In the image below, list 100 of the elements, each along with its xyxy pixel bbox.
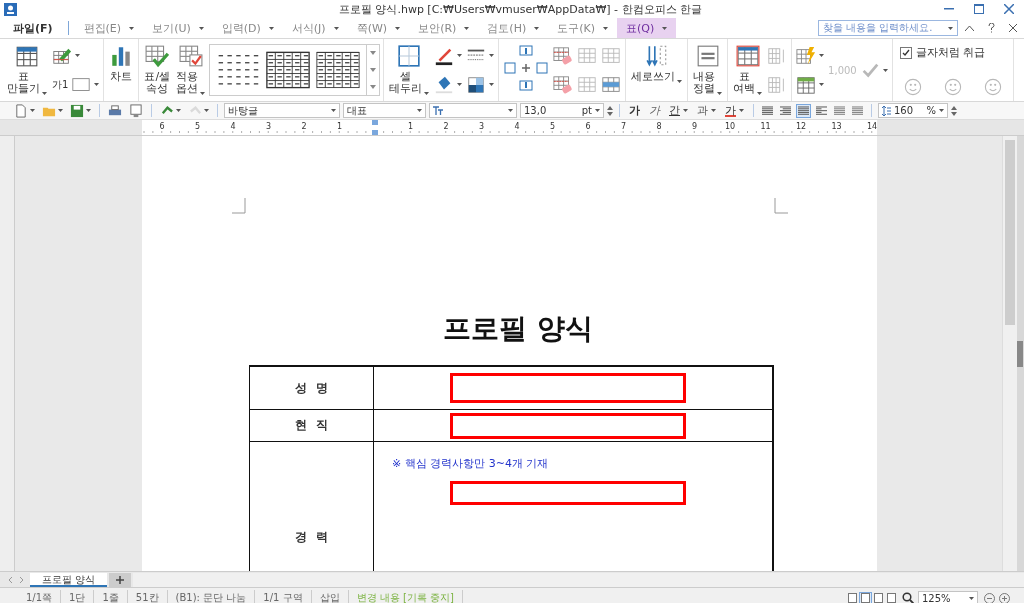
dropdown-caret-icon xyxy=(333,26,339,30)
gallery-scroll-icon[interactable] xyxy=(370,51,377,56)
corner-mark xyxy=(774,198,788,214)
toolbar-button[interactable] xyxy=(127,103,145,118)
align-button[interactable] xyxy=(778,103,793,118)
view-mode-button[interactable] xyxy=(872,591,885,603)
align-button[interactable] xyxy=(814,103,829,118)
zoom-in-icon[interactable] xyxy=(999,592,1010,603)
ribbon-button[interactable]: 세로쓰기 xyxy=(629,41,685,99)
menu-item[interactable]: 편집(E) xyxy=(74,18,144,38)
table-row-icon xyxy=(601,74,622,95)
horizontal-ruler[interactable]: 6 5 4 3 2 1 1 2 3 4 5 6 7 8 9 10 11 12 13 14 xyxy=(142,120,877,135)
ribbon-button[interactable]: 표 여백 xyxy=(731,41,765,99)
table-cell: 현 직 xyxy=(250,410,374,441)
close-icon[interactable] xyxy=(1009,24,1017,32)
view-mode-button[interactable] xyxy=(846,591,859,603)
spinner-icon[interactable] xyxy=(951,104,957,117)
caret-icon xyxy=(424,92,430,95)
vertical-scrollbar[interactable] xyxy=(1002,136,1017,571)
dropdown-caret-icon xyxy=(268,26,274,30)
caret-icon xyxy=(489,83,495,86)
table-style-thumbnail[interactable] xyxy=(316,50,361,90)
menu-item[interactable]: 검토(H) xyxy=(478,18,549,38)
dropdown-caret-icon xyxy=(129,26,135,30)
language-dropdown[interactable]: 대표 xyxy=(343,103,426,118)
font-style-button[interactable]: 간 xyxy=(666,103,691,118)
ribbon-button[interactable]: 내용 정렬 xyxy=(691,41,725,99)
menu-item[interactable]: 입력(D) xyxy=(212,18,283,38)
align-button[interactable] xyxy=(760,103,775,118)
treat-as-char-checkbox[interactable]: 글자처럼 취급 xyxy=(899,45,1006,60)
caret-icon xyxy=(457,54,463,57)
font-style-button[interactable]: 가 xyxy=(722,103,747,118)
menu-item[interactable]: 서식(J) xyxy=(282,18,348,38)
document-tab[interactable]: 프로필 양식 xyxy=(30,572,108,587)
status-item: 1/1쪽 xyxy=(18,590,62,603)
font-style-button[interactable]: 가 xyxy=(646,103,663,118)
align-icon xyxy=(852,105,863,116)
add-tab-button[interactable] xyxy=(109,572,132,587)
align-button[interactable] xyxy=(832,103,847,118)
close-icon xyxy=(1004,4,1014,14)
line-spacing-icon xyxy=(882,105,891,116)
table-icon xyxy=(601,45,622,66)
caret-icon xyxy=(489,54,495,57)
dropdown-caret-icon xyxy=(534,26,540,30)
ribbon-small-button[interactable]: 가1 xyxy=(51,73,101,96)
status-item: (B1): 문단 나눔 xyxy=(167,590,256,603)
gallery-scroll-icon[interactable] xyxy=(370,84,377,89)
style-dropdown[interactable]: 바탕글 xyxy=(224,103,340,118)
caret-icon xyxy=(757,92,763,95)
toolbar-button[interactable] xyxy=(106,103,124,118)
zoom-dropdown[interactable]: 125% xyxy=(918,590,978,603)
status-item: 변경 내용 [기록 중지] xyxy=(348,590,463,603)
instruction-note: ※ 핵심 경력사항만 3~4개 기재 xyxy=(392,456,549,471)
table-style-thumbnail[interactable] xyxy=(266,50,311,90)
insert-cells-drawing[interactable] xyxy=(504,44,549,92)
side-panel-tab[interactable] xyxy=(1017,340,1023,367)
ribbon-button[interactable]: 표/셀 속성 xyxy=(142,41,173,99)
ribbon-button[interactable]: 표 만들기 xyxy=(5,41,49,99)
caret-icon xyxy=(204,109,209,112)
menu-item[interactable]: 보안(R) xyxy=(409,18,479,38)
caret-icon xyxy=(939,109,944,112)
collapse-ribbon-icon[interactable] xyxy=(964,25,974,31)
dropdown-caret-icon xyxy=(395,26,401,30)
view-mode-button[interactable] xyxy=(885,591,898,603)
line-spacing-field[interactable]: 160 % xyxy=(878,103,948,118)
search-icon[interactable] xyxy=(902,592,914,603)
caret-icon xyxy=(882,68,888,72)
search-field[interactable]: 찾을 내용을 입력하세요. xyxy=(818,20,958,36)
caret-icon xyxy=(75,54,80,57)
help-icon[interactable] xyxy=(987,23,995,33)
font-style-button[interactable]: 과 xyxy=(694,103,719,118)
spinner-icon[interactable] xyxy=(607,104,613,117)
font-size-field[interactable]: 13,0 pt xyxy=(520,103,604,118)
align-icon xyxy=(780,105,791,116)
menu-item[interactable]: 쪽(W) xyxy=(347,18,410,38)
align-icon xyxy=(816,105,827,116)
ribbon-button[interactable]: 적용 옵션 xyxy=(174,41,208,99)
horizontal-scrollbar[interactable] xyxy=(133,572,1024,587)
gallery-scroll-icon[interactable] xyxy=(370,68,377,72)
menu-item[interactable]: 보기(U) xyxy=(143,18,213,38)
checkbox[interactable] xyxy=(899,46,912,59)
status-item: 1/1 구역 xyxy=(255,590,312,603)
align-button[interactable] xyxy=(850,103,865,118)
table-icon xyxy=(577,74,598,95)
menu-item[interactable]: 파일(F) xyxy=(4,18,62,38)
menu-item[interactable]: 도구(K) xyxy=(548,18,617,38)
view-mode-button[interactable] xyxy=(859,591,872,603)
dropdown-caret-icon xyxy=(662,26,668,30)
caret-icon xyxy=(819,54,825,57)
table-eraser-icon xyxy=(553,45,574,66)
ribbon-button[interactable]: 차트 xyxy=(107,41,136,99)
zoom-out-icon[interactable] xyxy=(984,592,995,603)
caret-icon xyxy=(331,109,336,112)
font-dropdown[interactable] xyxy=(429,103,517,118)
caret-icon xyxy=(176,109,181,112)
align-button[interactable] xyxy=(796,103,811,118)
menu-item[interactable]: 표(Q) xyxy=(617,18,677,38)
font-style-button[interactable]: 가 xyxy=(626,103,643,118)
toolbar-button[interactable] xyxy=(68,103,93,118)
ribbon-button[interactable]: 셀 테두리 xyxy=(387,41,432,99)
